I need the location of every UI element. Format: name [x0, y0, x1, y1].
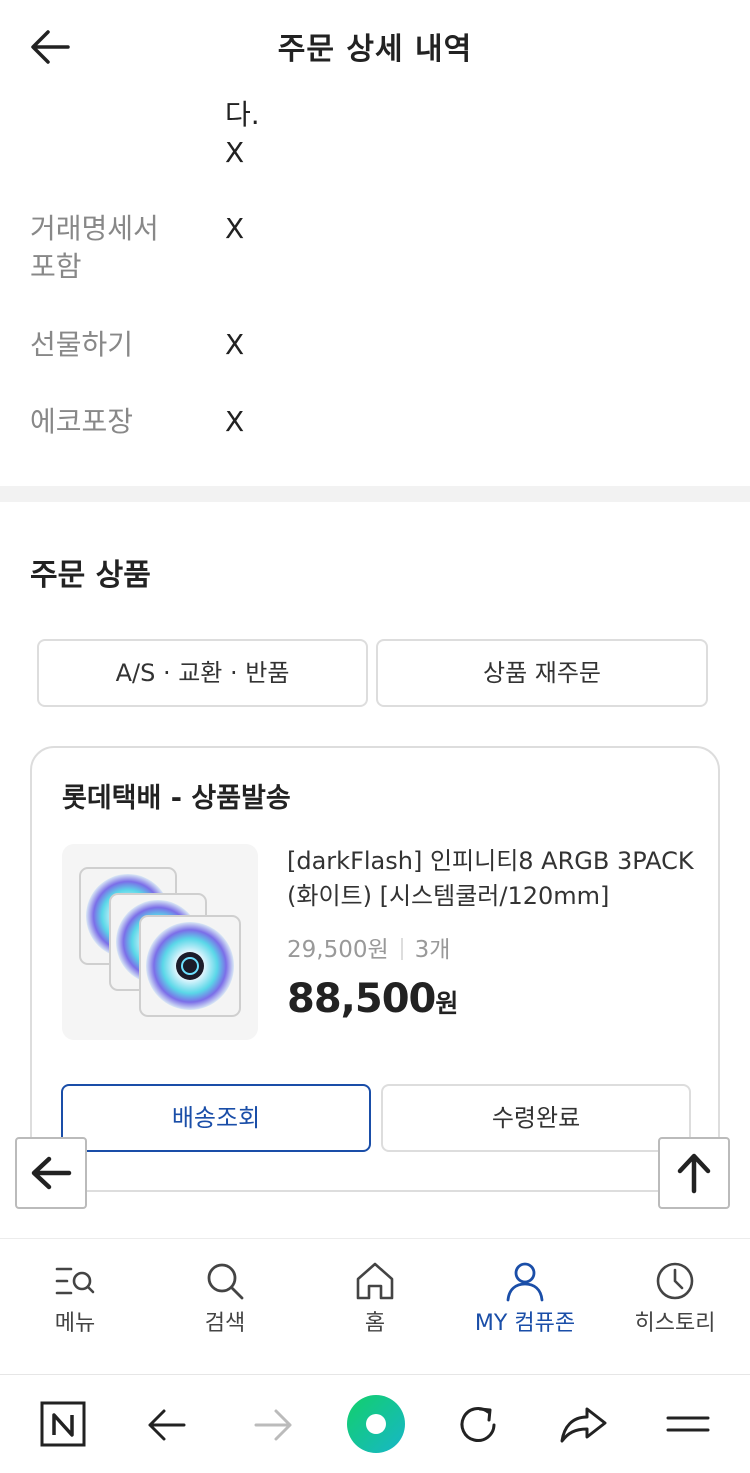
unit-price: 29,500원	[287, 937, 389, 963]
info-value: X	[225, 212, 245, 245]
page-title: 주문 상세 내역	[277, 32, 473, 67]
order-detail-page: 주문 상세 내역 다. X 거래명세서 포함 X 선물하기 X 에코포장 X 주…	[0, 0, 750, 1473]
green-circle-home-icon	[347, 1395, 405, 1453]
clock-icon	[656, 1262, 694, 1300]
browser-back-button[interactable]	[140, 1397, 196, 1453]
up-arrow-icon	[677, 1153, 711, 1194]
scroll-top-button[interactable]	[658, 1137, 730, 1209]
carrier-status: 롯데택배 - 상품발송	[62, 783, 291, 814]
info-label: 거래명세서 포함	[30, 210, 200, 286]
nav-label: MY 컴퓨존	[474, 1311, 576, 1336]
nav-menu[interactable]: 메뉴	[0, 1259, 150, 1337]
product-card: 롯데택배 - 상품발송 [darkFlash] 인피니티8 ARGB 3PACK…	[30, 746, 720, 1192]
nav-label: 검색	[204, 1311, 246, 1336]
green-home-button[interactable]	[345, 1393, 407, 1455]
share-icon	[560, 1407, 607, 1443]
browser-forward-button[interactable]	[244, 1397, 300, 1453]
bottom-nav: 메뉴 검색 홈 MY 컴퓨존 히스토리	[0, 1238, 750, 1374]
naver-n-button[interactable]	[36, 1397, 92, 1453]
nav-label: 메뉴	[54, 1311, 96, 1336]
nav-search[interactable]: 검색	[150, 1259, 300, 1337]
forward-arrow-icon	[254, 1409, 292, 1441]
naver-n-icon	[40, 1401, 86, 1447]
track-delivery-button[interactable]: 배송조회	[61, 1084, 371, 1152]
nav-label: 히스토리	[634, 1311, 716, 1336]
nav-label: 홈	[364, 1311, 386, 1336]
info-label-line1: 거래명세서	[30, 212, 159, 245]
refresh-icon	[460, 1407, 496, 1442]
info-value: X	[225, 405, 245, 438]
info-value-line2: X	[225, 136, 245, 169]
total-price: 88,500원	[287, 976, 458, 1022]
info-label: 선물하기	[30, 328, 134, 361]
share-button[interactable]	[555, 1397, 611, 1453]
hamburger-menu-icon	[666, 1416, 710, 1432]
info-label-line2: 포함	[30, 250, 82, 283]
as-exchange-return-button[interactable]: A/S · 교환 · 반품	[37, 639, 368, 707]
header: 주문 상세 내역	[0, 0, 750, 92]
back-arrow-icon	[148, 1409, 186, 1441]
info-value: X	[225, 328, 245, 361]
section-divider	[0, 486, 750, 502]
float-back-button[interactable]	[15, 1137, 87, 1209]
info-value-line1: 다.	[225, 98, 260, 131]
user-icon	[506, 1262, 544, 1302]
info-value: 다. X	[225, 96, 260, 172]
left-arrow-icon	[31, 1156, 72, 1190]
nav-my-compuzone[interactable]: MY 컴퓨존	[450, 1259, 600, 1337]
search-icon	[207, 1263, 244, 1300]
section-title: 주문 상품	[30, 558, 151, 593]
info-label: 에코포장	[30, 405, 134, 438]
separator	[400, 938, 403, 960]
total-price-unit: 원	[435, 989, 458, 1018]
product-image[interactable]	[62, 844, 258, 1040]
product-name[interactable]: [darkFlash] 인피니티8 ARGB 3PACK (화이트) [시스템쿨…	[287, 844, 697, 914]
hamburger-menu-button[interactable]	[660, 1397, 716, 1453]
fan-pack-image	[79, 867, 241, 1017]
home-icon	[356, 1262, 394, 1300]
browser-toolbar	[0, 1374, 750, 1473]
quantity: 3개	[414, 937, 451, 963]
menu-search-icon	[55, 1267, 95, 1295]
unit-price-quantity: 29,500원 3개	[287, 930, 450, 964]
refresh-button[interactable]	[450, 1397, 506, 1453]
total-price-value: 88,500	[287, 976, 436, 1022]
reorder-button[interactable]: 상품 재주문	[376, 639, 708, 707]
nav-history[interactable]: 히스토리	[600, 1259, 750, 1337]
confirm-received-button[interactable]: 수령완료	[381, 1084, 691, 1152]
nav-home[interactable]: 홈	[300, 1259, 450, 1337]
